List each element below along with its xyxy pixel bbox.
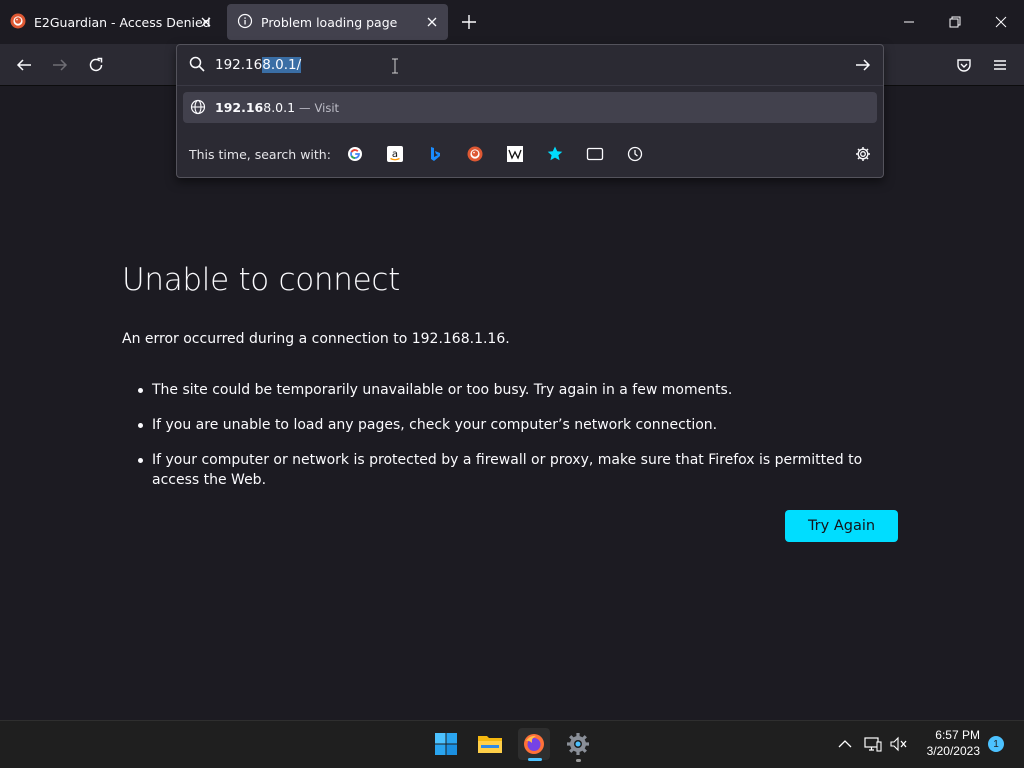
clock-time: 6:57 PM xyxy=(935,728,980,742)
folder-icon xyxy=(478,736,502,753)
network-tray-button[interactable] xyxy=(862,734,884,754)
tab-e2guardian[interactable]: E2Guardian - Access Denied xyxy=(0,4,222,40)
close-window-button[interactable] xyxy=(978,0,1024,44)
minimize-button[interactable] xyxy=(886,0,932,44)
close-icon xyxy=(995,16,1007,28)
wikipedia-engine-button[interactable] xyxy=(505,144,525,164)
amazon-engine-button[interactable]: a xyxy=(385,144,405,164)
history-search-button[interactable] xyxy=(625,144,645,164)
history-icon xyxy=(627,146,643,162)
new-tab-button[interactable] xyxy=(458,11,480,33)
file-explorer-button[interactable] xyxy=(474,728,506,760)
back-button[interactable] xyxy=(11,52,37,78)
tab-title: Problem loading page xyxy=(261,14,398,30)
svg-text:a: a xyxy=(392,149,398,160)
restore-icon xyxy=(949,16,961,28)
amazon-icon: a xyxy=(387,146,403,162)
url-autofill-selection: 8.0.1/ xyxy=(262,57,302,73)
try-again-button[interactable]: Try Again xyxy=(785,510,898,542)
error-suggestions-list: The site could be temporarily unavailabl… xyxy=(122,380,902,505)
duckduckgo-engine-button[interactable] xyxy=(465,144,485,164)
text-cursor-icon xyxy=(391,58,399,78)
chevron-up-icon xyxy=(838,740,852,748)
url-typed-text: 192.16 xyxy=(215,57,263,73)
show-hidden-icons-button[interactable] xyxy=(834,734,856,754)
firefox-icon xyxy=(524,734,544,754)
settings-taskbar-button[interactable] xyxy=(562,728,594,760)
list-item: If you are unable to load any pages, che… xyxy=(122,415,902,435)
notification-badge[interactable]: 1 xyxy=(988,736,1004,752)
duckduckgo-icon xyxy=(467,146,483,162)
bing-engine-button[interactable] xyxy=(425,144,445,164)
tabs-icon xyxy=(586,147,604,161)
pocket-icon xyxy=(957,59,971,72)
google-icon xyxy=(348,147,362,161)
taskbar-clock[interactable]: 6:57 PM 3/20/2023 xyxy=(914,727,980,759)
suggestion-text: 192.168.0.1 — Visit xyxy=(215,100,339,115)
suggestion-match: 192.16 xyxy=(215,100,264,115)
google-engine-button[interactable] xyxy=(345,144,365,164)
error-title: Unable to connect xyxy=(122,262,401,298)
suggestion-rest: 8.0.1 xyxy=(263,100,296,115)
volume-muted-icon xyxy=(890,736,907,752)
start-button[interactable] xyxy=(430,728,462,760)
suggestion-row[interactable]: 192.168.0.1 — Visit xyxy=(183,92,877,123)
url-text[interactable]: 192.168.0.1/ xyxy=(215,57,302,73)
forward-button[interactable] xyxy=(47,52,73,78)
search-settings-button[interactable] xyxy=(853,144,873,164)
duckduckgo-icon xyxy=(10,13,26,32)
tab-title: E2Guardian - Access Denied xyxy=(34,14,211,30)
info-icon xyxy=(237,13,253,32)
tab-close-icon[interactable] xyxy=(422,12,442,32)
go-button[interactable] xyxy=(853,55,873,75)
tab-problem-loading[interactable]: Problem loading page xyxy=(227,4,448,40)
globe-icon xyxy=(190,99,206,119)
bookmarks-search-button[interactable] xyxy=(545,144,565,164)
settings-gear-icon xyxy=(567,733,589,755)
clock-date: 3/20/2023 xyxy=(926,744,980,758)
volume-tray-button[interactable] xyxy=(888,734,910,754)
urlbar-popup: 192.168.0.1/ 192.168.0.1 — Visit This ti… xyxy=(176,44,884,178)
tab-close-icon[interactable] xyxy=(196,12,216,32)
active-app-indicator xyxy=(528,758,542,761)
running-app-indicator xyxy=(576,759,581,762)
tabs-search-button[interactable] xyxy=(585,144,605,164)
list-item: The site could be temporarily unavailabl… xyxy=(122,380,902,400)
back-arrow-icon xyxy=(16,59,31,71)
forward-arrow-icon xyxy=(53,59,68,71)
urlbar-input[interactable]: 192.168.0.1/ xyxy=(177,45,883,86)
bookmarks-icon xyxy=(547,146,563,161)
suggestion-action: Visit xyxy=(314,101,340,115)
reload-button[interactable] xyxy=(83,52,109,78)
firefox-taskbar-button[interactable] xyxy=(518,728,550,760)
hamburger-menu-icon xyxy=(994,60,1006,70)
search-with-label: This time, search with: xyxy=(189,147,331,162)
network-icon xyxy=(864,737,882,752)
list-item: If your computer or network is protected… xyxy=(122,450,902,490)
tab-strip: E2Guardian - Access Denied Problem loadi… xyxy=(0,0,1024,44)
app-menu-button[interactable] xyxy=(987,52,1013,78)
windows-start-icon xyxy=(435,733,457,755)
bing-icon xyxy=(431,147,440,161)
search-icon xyxy=(189,56,205,76)
pocket-button[interactable] xyxy=(951,52,977,78)
error-description: An error occurred during a connection to… xyxy=(122,331,510,347)
reload-icon xyxy=(89,57,103,72)
wikipedia-icon xyxy=(507,146,523,162)
minimize-icon xyxy=(904,21,914,23)
gear-icon xyxy=(856,147,870,161)
suggestion-separator: — xyxy=(299,101,311,115)
plus-icon xyxy=(462,15,476,29)
go-arrow-icon xyxy=(856,59,871,71)
restore-button[interactable] xyxy=(932,0,978,44)
